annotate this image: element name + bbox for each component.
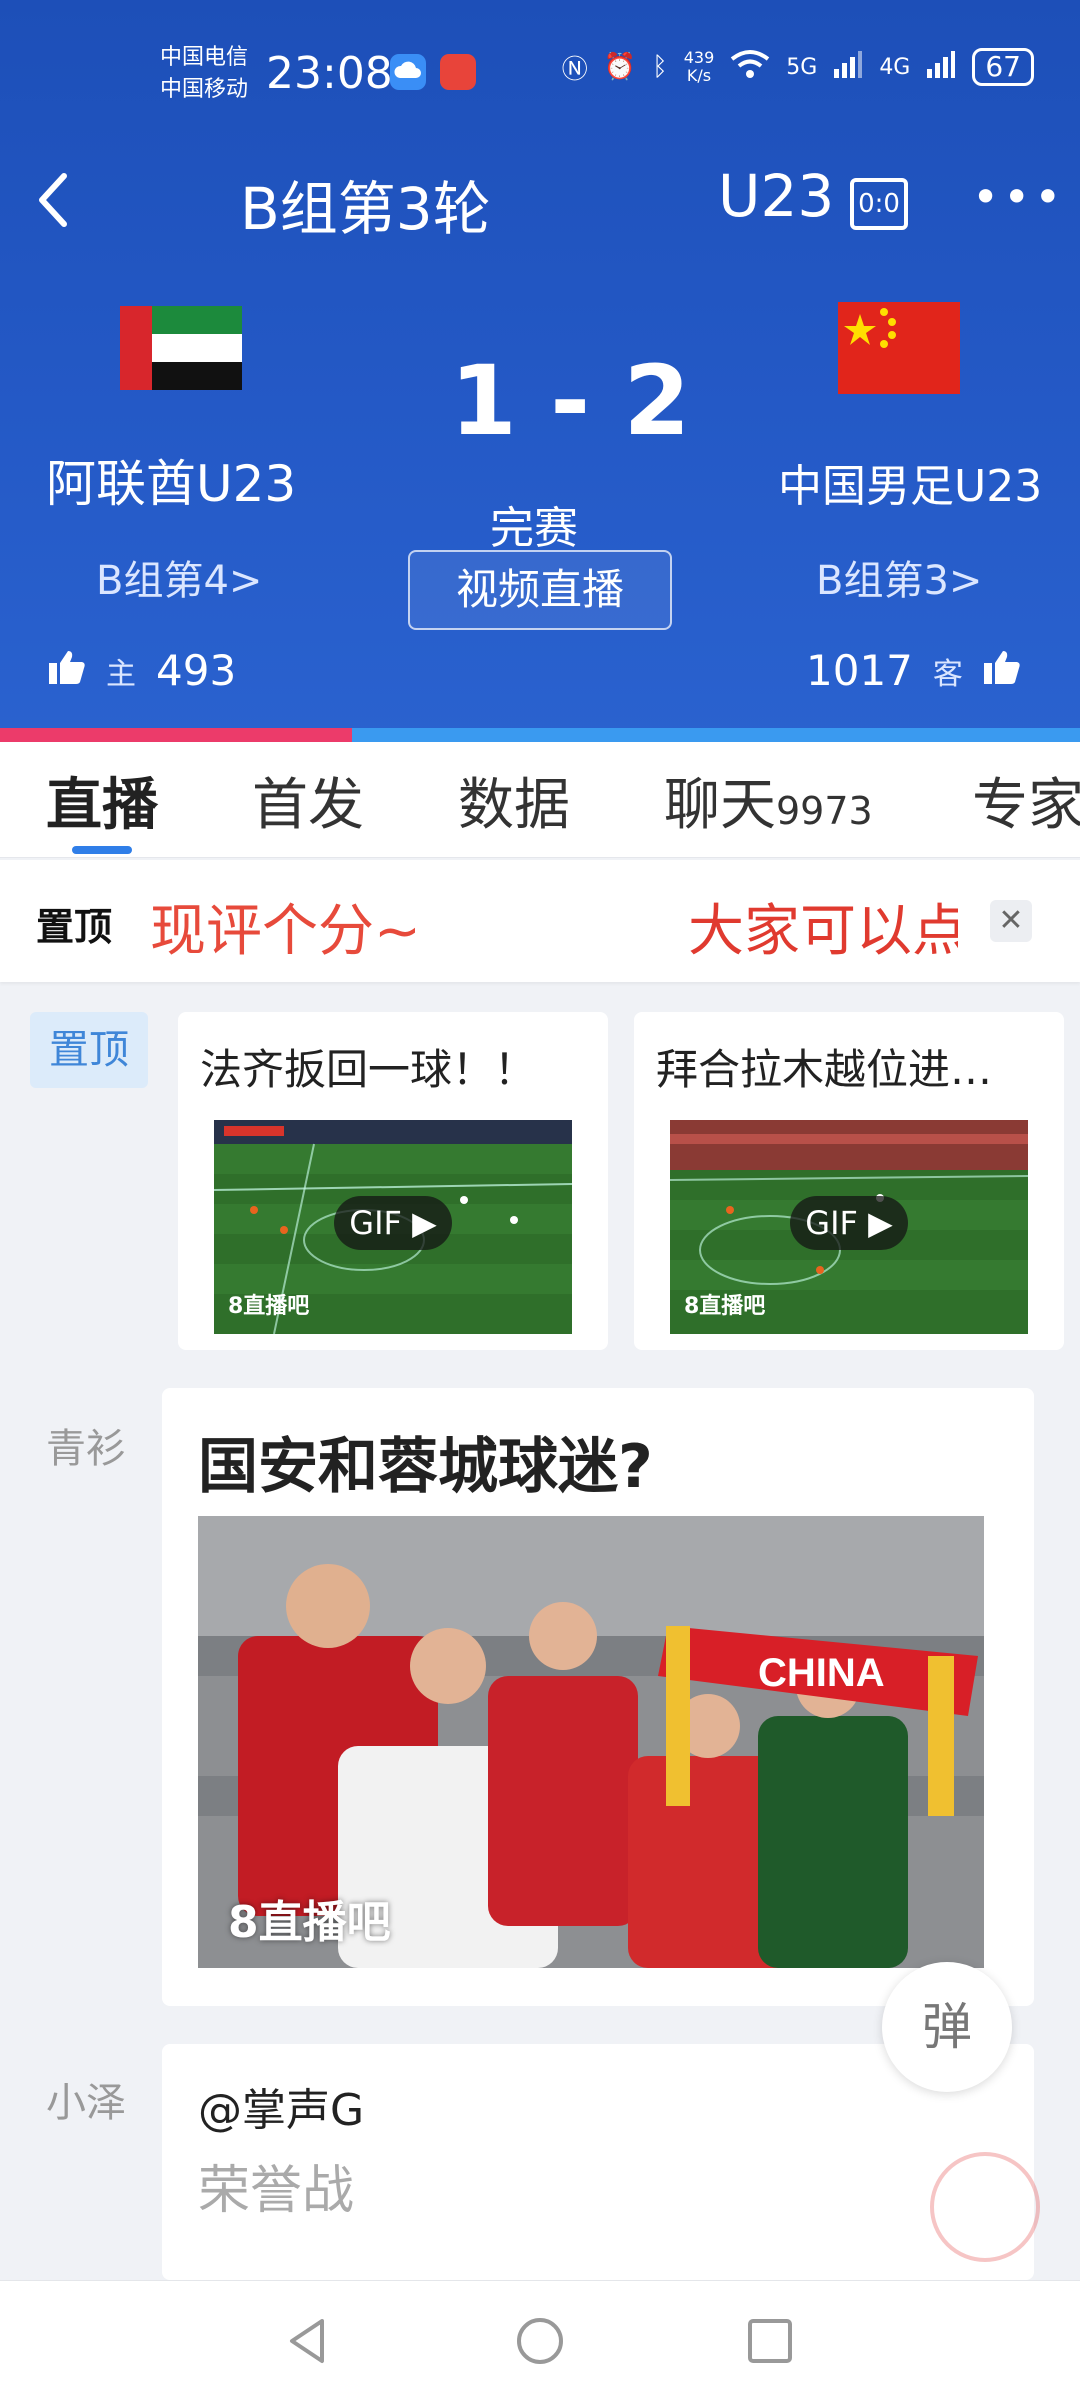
signal-5g: 5G: [786, 54, 818, 80]
pinned-tag: 置顶: [30, 1012, 148, 1088]
more-options-icon[interactable]: •••: [972, 170, 1065, 224]
thumbs-up-icon: [983, 646, 1021, 695]
vote-ratio-bar: [0, 728, 1080, 742]
home-vote-segment: [0, 728, 353, 742]
bluetooth-icon: ᛒ: [652, 52, 668, 82]
signal-4g: 4G: [879, 54, 911, 80]
uae-flag-icon: [120, 306, 242, 390]
home-likes[interactable]: 主 493: [48, 646, 236, 695]
message-username[interactable]: 小泽: [46, 2070, 126, 2128]
away-team-rank[interactable]: B组第3>: [816, 548, 982, 606]
message-card[interactable]: @掌声G 荣誉战: [162, 2044, 1040, 2280]
tab-stats[interactable]: 数据: [458, 760, 570, 841]
tab-live[interactable]: 直播: [46, 760, 158, 841]
gif-card[interactable]: 法齐扳回一球！！ GIF ▶ 8直播吧: [178, 1012, 608, 1350]
gif-card-title: 拜合拉木越位进…: [656, 1045, 993, 1094]
gif-play-badge: GIF ▶: [790, 1196, 908, 1250]
match-status: 完赛: [490, 503, 578, 554]
home-role-label: 主: [106, 656, 136, 692]
huawei-app-icon: [440, 54, 476, 90]
system-navigation-bar: [0, 2280, 1080, 2400]
tab-chat[interactable]: 聊天9973: [664, 760, 873, 841]
message-text: 荣誉战: [198, 2161, 355, 2221]
category-label: U23: [718, 162, 835, 230]
message-mention[interactable]: @掌声G: [198, 2074, 364, 2138]
page-title: B组第3轮: [240, 175, 491, 243]
stamp-icon: [930, 2152, 1040, 2262]
pinned-announcement-bar[interactable]: 置顶 现评个分~ 大家可以点 ✕: [0, 860, 1080, 982]
away-team-name[interactable]: 中国男足U23: [778, 450, 1042, 514]
home-team-name[interactable]: 阿联酋U23: [46, 444, 296, 516]
away-vote-segment: [352, 728, 1080, 742]
back-button[interactable]: [30, 170, 78, 230]
thumbs-up-icon: [48, 646, 86, 695]
marquee-text-b: 大家可以点: [688, 899, 958, 964]
tab-bar: 直播 首发 数据 聊天9973 专家: [0, 742, 1080, 858]
match-score: 1 - 2: [450, 345, 691, 457]
title-bar: B组第3轮 U23 0:0 •••: [0, 150, 1080, 250]
net-speed-unit: K/s: [686, 66, 712, 85]
battery-icon: 67: [972, 48, 1034, 86]
china-flag-icon: [838, 302, 960, 394]
message-title: 国安和蓉城球迷?: [198, 1432, 653, 1502]
away-likes-count: 1017: [806, 646, 913, 695]
gif-play-badge: GIF ▶: [334, 1196, 452, 1250]
nav-recents-icon[interactable]: [740, 2311, 800, 2371]
danmaku-toggle-button[interactable]: 弹: [882, 1962, 1012, 2092]
carrier-names: 中国电信 中国移动: [160, 42, 248, 106]
signal-bars-icon: [833, 49, 863, 86]
message-username[interactable]: 青衫: [46, 1416, 126, 1474]
message-card[interactable]: 国安和蓉城球迷? CHINA 8直播吧: [162, 1388, 1034, 2006]
close-icon[interactable]: ✕: [990, 900, 1032, 942]
video-live-button[interactable]: 视频直播: [408, 550, 672, 630]
scoreboard-icon[interactable]: 0:0: [850, 178, 908, 230]
away-role-label: 客: [932, 656, 963, 692]
away-likes[interactable]: 1017 客: [806, 646, 1021, 695]
alarm-icon: ⏰: [603, 52, 637, 82]
home-likes-count: 493: [156, 646, 237, 695]
wifi-icon: [730, 49, 770, 86]
clock: 23:08: [266, 48, 393, 99]
nfc-icon: Ⓝ: [561, 54, 588, 85]
status-icons: Ⓝ ⏰ ᛒ 439 K/s 5G 4G 67: [562, 48, 1034, 86]
marquee-text-a: 现评个分~: [150, 899, 421, 964]
match-header: 中国电信 中国移动 23:08 Ⓝ ⏰ ᛒ 439 K/s 5G 4G 67 B…: [0, 0, 1080, 742]
gif-thumbnail[interactable]: GIF ▶ 8直播吧: [214, 1120, 572, 1334]
pinned-logo: 置顶: [36, 905, 113, 949]
net-speed: 439 K/s: [684, 49, 715, 85]
tab-experts[interactable]: 专家: [972, 760, 1080, 841]
cloud-app-icon: [390, 54, 426, 90]
watermark: 8直播吧: [228, 1294, 310, 1319]
tab-chat-label: 聊天: [664, 773, 776, 838]
nav-home-icon[interactable]: [510, 2311, 570, 2371]
chevron-left-icon: [39, 173, 67, 227]
gif-card[interactable]: 拜合拉木越位进… GIF ▶ 8直播吧: [634, 1012, 1064, 1350]
nav-back-icon[interactable]: [278, 2311, 338, 2371]
photo-watermark: 8直播吧: [228, 1897, 391, 1948]
carrier-2: 中国移动: [160, 77, 249, 102]
active-tab-indicator: [72, 846, 132, 854]
tab-chat-count: 9973: [776, 789, 873, 833]
gif-card-title: 法齐扳回一球！！: [200, 1045, 537, 1094]
carrier-1: 中国电信: [160, 45, 249, 70]
gif-thumbnail[interactable]: GIF ▶ 8直播吧: [670, 1120, 1028, 1334]
photo-scarf-text: CHINA: [758, 1651, 885, 1695]
watermark: 8直播吧: [684, 1294, 766, 1319]
signal-bars-icon-2: [926, 49, 956, 86]
status-bar: 中国电信 中国移动 23:08 Ⓝ ⏰ ᛒ 439 K/s 5G 4G 67: [0, 30, 1080, 120]
home-team-rank[interactable]: B组第4>: [96, 548, 262, 606]
tab-lineup[interactable]: 首发: [252, 760, 364, 841]
message-photo[interactable]: CHINA 8直播吧: [198, 1516, 984, 1968]
net-speed-value: 439: [683, 48, 715, 67]
